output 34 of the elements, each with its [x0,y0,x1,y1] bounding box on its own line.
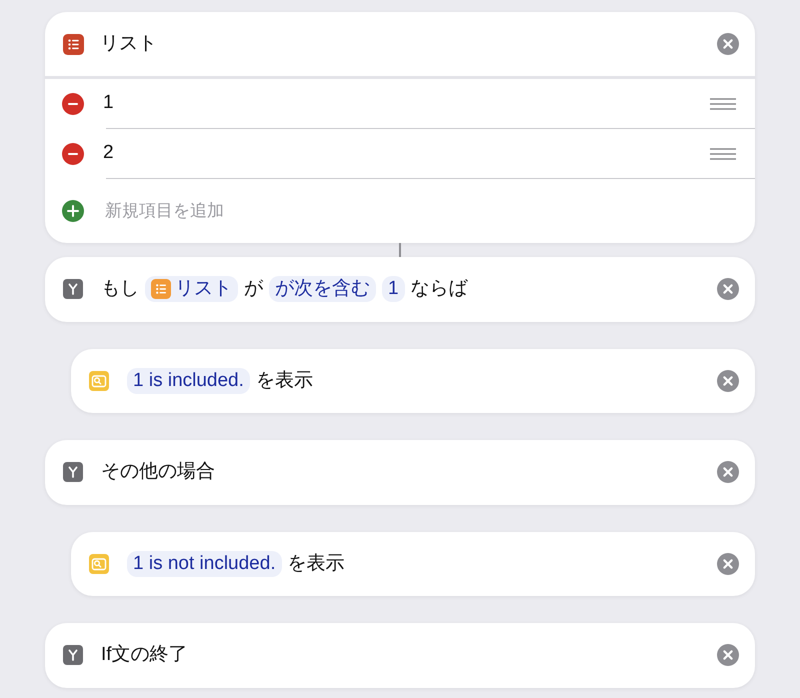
parameter-token[interactable]: 1 is included. [127,368,250,394]
minus-circle-icon[interactable] [62,142,84,164]
preview-icon [89,554,109,574]
action-text: もし [101,277,139,301]
close-icon[interactable] [717,278,739,300]
drag-handle-icon[interactable] [710,148,736,160]
drag-handle-icon[interactable] [710,98,736,110]
action-text: を表示 [288,552,345,576]
close-icon[interactable] [717,552,739,575]
branch-icon [63,645,83,666]
list-icon [151,279,171,300]
variable-token[interactable]: リスト [145,276,238,302]
action-text: その他の場合 [101,460,215,484]
parameter-token[interactable]: 1 [382,276,405,302]
plus-circle-icon [62,200,84,222]
minus-circle-icon[interactable] [62,92,84,114]
connector-line [399,243,401,257]
parameter-token[interactable]: 1 is not included. [127,550,282,577]
action-text: を表示 [256,368,313,392]
parameter-token[interactable]: が次を含む [269,276,376,302]
action-title: リスト [100,32,158,56]
close-icon[interactable] [717,33,739,55]
list-item-text: 2 [103,141,115,166]
preview-icon [89,370,109,391]
close-icon[interactable] [717,461,739,484]
close-icon[interactable] [717,370,739,392]
list-item-text: 1 [103,91,115,116]
branch-icon [63,279,83,300]
close-icon[interactable] [717,644,739,666]
list-icon [63,34,84,54]
action-text: If文の終了 [101,643,188,667]
branch-icon [63,462,83,482]
action-text: が [244,277,263,301]
action-text: ならば [410,277,468,301]
